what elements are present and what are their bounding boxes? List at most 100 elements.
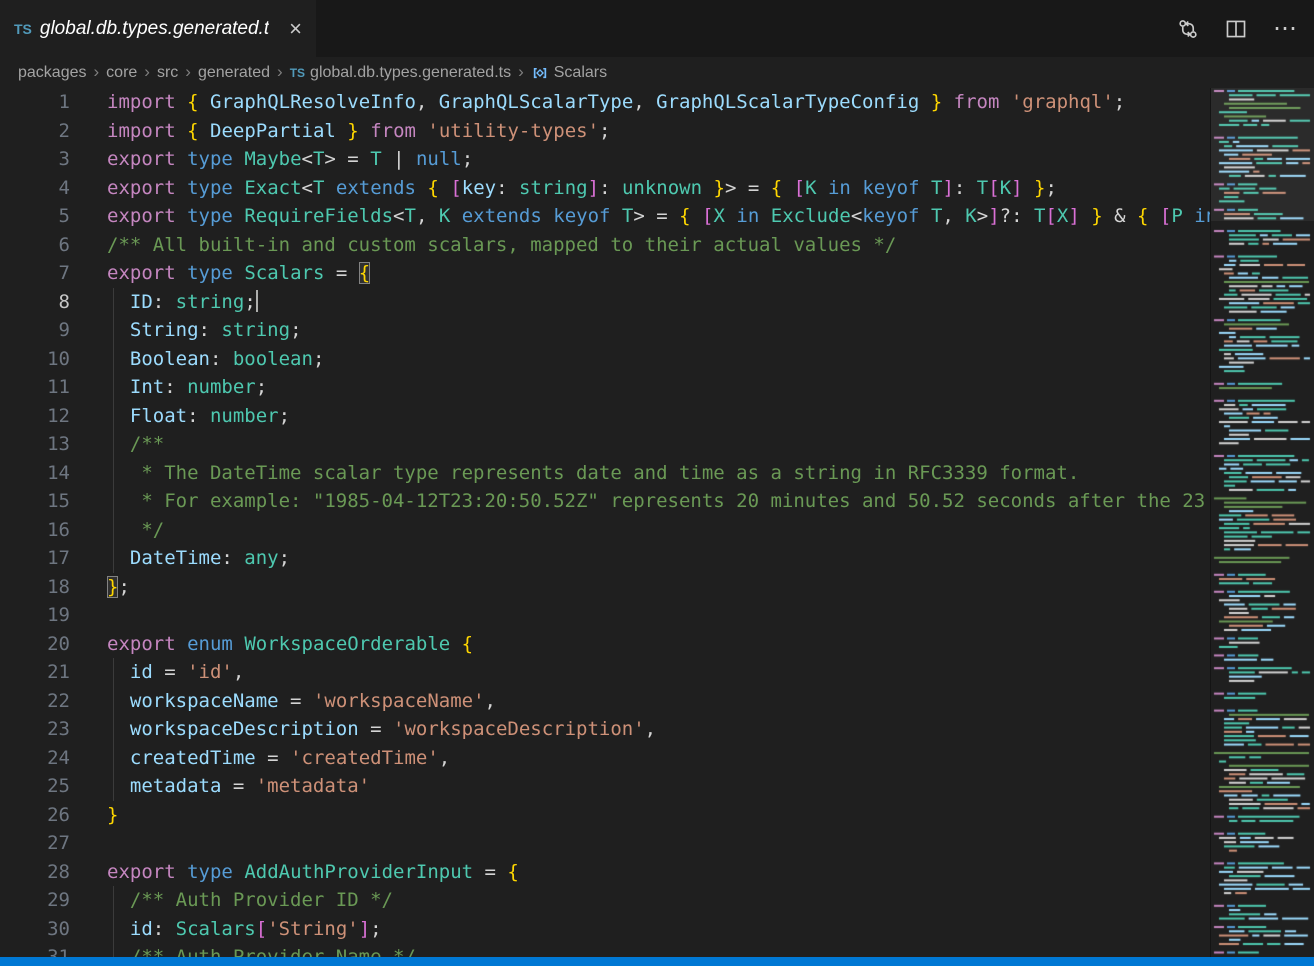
- line-content[interactable]: createdTime = 'createdTime',: [70, 744, 1210, 773]
- line-content[interactable]: /**: [70, 430, 1210, 459]
- code-token: {: [507, 861, 518, 883]
- open-changes-icon[interactable]: [1177, 18, 1199, 40]
- code-token: ]: [1011, 177, 1022, 199]
- line-number[interactable]: 12: [0, 402, 70, 431]
- breadcrumb-item-generated[interactable]: generated: [198, 64, 270, 82]
- line-content[interactable]: Int: number;: [70, 373, 1210, 402]
- line-content[interactable]: [70, 829, 1210, 858]
- line-content[interactable]: import { GraphQLResolveInfo, GraphQLScal…: [70, 88, 1210, 117]
- code-token: > =: [725, 177, 771, 199]
- line-number[interactable]: 15: [0, 487, 70, 516]
- line-number[interactable]: 26: [0, 801, 70, 830]
- line-number[interactable]: 9: [0, 316, 70, 345]
- line-content[interactable]: export enum WorkspaceOrderable {: [70, 630, 1210, 659]
- split-editor-icon[interactable]: [1225, 18, 1247, 40]
- tab-global-db-types[interactable]: TS global.db.types.generated.ts ×: [0, 0, 316, 57]
- line-number[interactable]: 14: [0, 459, 70, 488]
- code-token: T: [931, 205, 942, 227]
- line-content[interactable]: id: Scalars['String'];: [70, 915, 1210, 944]
- indent-guide: [113, 402, 114, 431]
- line-number[interactable]: 28: [0, 858, 70, 887]
- line-content[interactable]: * For example: "1985-04-12T23:20:50.52Z"…: [70, 487, 1210, 516]
- line-content[interactable]: Float: number;: [70, 402, 1210, 431]
- line-number[interactable]: 2: [0, 117, 70, 146]
- code-token: ,: [633, 91, 656, 113]
- indent-guide: [113, 516, 114, 545]
- line-content[interactable]: metadata = 'metadata': [70, 772, 1210, 801]
- more-actions-icon[interactable]: ⋯: [1273, 23, 1298, 35]
- line-content[interactable]: * The DateTime scalar type represents da…: [70, 459, 1210, 488]
- code-token: export: [107, 633, 176, 655]
- code-line: 10 Boolean: boolean;: [0, 345, 1210, 374]
- minimap[interactable]: [1210, 88, 1314, 957]
- line-content[interactable]: };: [70, 573, 1210, 602]
- line-content[interactable]: export type AddAuthProviderInput = {: [70, 858, 1210, 887]
- code-token: [691, 205, 702, 227]
- breadcrumb-item-core[interactable]: core: [106, 64, 137, 82]
- line-content[interactable]: }: [70, 801, 1210, 830]
- line-number[interactable]: 7: [0, 259, 70, 288]
- line-content[interactable]: Boolean: boolean;: [70, 345, 1210, 374]
- line-content[interactable]: export type Scalars = {: [70, 259, 1210, 288]
- line-content[interactable]: String: string;: [70, 316, 1210, 345]
- code-token: [107, 661, 130, 683]
- breadcrumb-item-packages[interactable]: packages: [18, 64, 87, 82]
- line-number[interactable]: 27: [0, 829, 70, 858]
- line-content[interactable]: workspaceDescription = 'workspaceDescrip…: [70, 715, 1210, 744]
- tab-close-icon[interactable]: ×: [287, 18, 304, 40]
- line-number[interactable]: 24: [0, 744, 70, 773]
- line-number[interactable]: 17: [0, 544, 70, 573]
- minimap-slider[interactable]: [1211, 88, 1314, 221]
- line-number[interactable]: 1: [0, 88, 70, 117]
- line-number[interactable]: 22: [0, 687, 70, 716]
- code-token: boolean: [233, 348, 313, 370]
- line-number[interactable]: 3: [0, 145, 70, 174]
- line-content[interactable]: import { DeepPartial } from 'utility-typ…: [70, 117, 1210, 146]
- breadcrumb-item-src[interactable]: src: [157, 64, 178, 82]
- line-content[interactable]: export type RequireFields<T, K extends k…: [70, 202, 1210, 231]
- code-token: extends: [462, 205, 542, 227]
- code-line: 29 /** Auth Provider ID */: [0, 886, 1210, 915]
- line-number[interactable]: 6: [0, 231, 70, 260]
- code-token: :: [221, 547, 244, 569]
- line-content[interactable]: export type Exact<T extends { [key: stri…: [70, 174, 1210, 203]
- line-number[interactable]: 20: [0, 630, 70, 659]
- code-token: /** Auth Provider ID */: [107, 889, 393, 911]
- code-token: [107, 690, 130, 712]
- code-token: <: [302, 148, 313, 170]
- line-number[interactable]: 10: [0, 345, 70, 374]
- line-number[interactable]: 23: [0, 715, 70, 744]
- code-token: ;: [256, 376, 267, 398]
- line-content[interactable]: export type Maybe<T> = T | null;: [70, 145, 1210, 174]
- line-number[interactable]: 29: [0, 886, 70, 915]
- line-content[interactable]: /** Auth Provider ID */: [70, 886, 1210, 915]
- indent-guide: [113, 744, 114, 773]
- line-number[interactable]: 19: [0, 601, 70, 630]
- line-content[interactable]: */: [70, 516, 1210, 545]
- code-token: Float: [130, 405, 187, 427]
- line-number[interactable]: 18: [0, 573, 70, 602]
- line-content[interactable]: /** Auth Provider Name */: [70, 943, 1210, 957]
- line-content[interactable]: /** All built-in and custom scalars, map…: [70, 231, 1210, 260]
- line-number[interactable]: 8: [0, 288, 70, 317]
- line-number[interactable]: 4: [0, 174, 70, 203]
- line-number[interactable]: 5: [0, 202, 70, 231]
- line-number[interactable]: 31: [0, 943, 70, 957]
- line-content[interactable]: workspaceName = 'workspaceName',: [70, 687, 1210, 716]
- line-content[interactable]: ID: string;: [70, 288, 1210, 317]
- code-token: [: [450, 177, 461, 199]
- line-number[interactable]: 30: [0, 915, 70, 944]
- breadcrumb-item-global-db-types-generated-ts[interactable]: TSglobal.db.types.generated.ts: [290, 64, 511, 82]
- line-number[interactable]: 25: [0, 772, 70, 801]
- code-line: 20export enum WorkspaceOrderable {: [0, 630, 1210, 659]
- line-content[interactable]: id = 'id',: [70, 658, 1210, 687]
- line-content[interactable]: DateTime: any;: [70, 544, 1210, 573]
- line-number[interactable]: 21: [0, 658, 70, 687]
- line-number[interactable]: 11: [0, 373, 70, 402]
- code-area[interactable]: 1import { GraphQLResolveInfo, GraphQLSca…: [0, 88, 1210, 957]
- line-content[interactable]: [70, 601, 1210, 630]
- breadcrumb-item-scalars[interactable]: Scalars: [531, 64, 607, 82]
- line-number[interactable]: 16: [0, 516, 70, 545]
- line-number[interactable]: 13: [0, 430, 70, 459]
- code-line: 24 createdTime = 'createdTime',: [0, 744, 1210, 773]
